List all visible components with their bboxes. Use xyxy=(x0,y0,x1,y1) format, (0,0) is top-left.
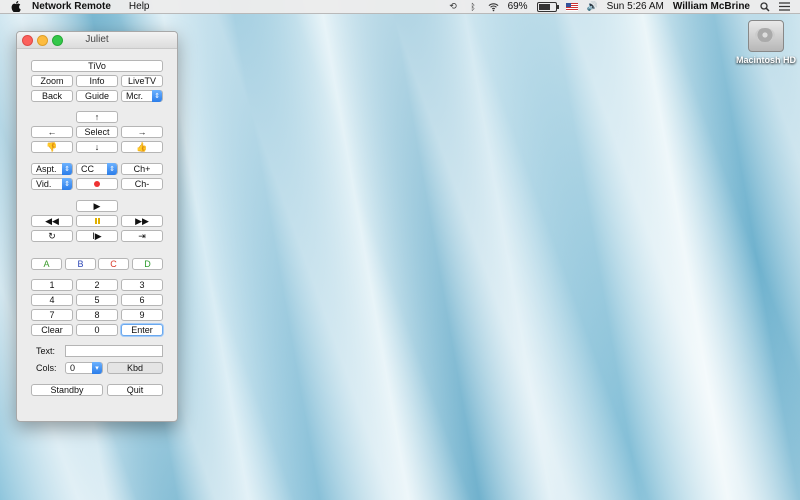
zoom-button[interactable]: Zoom xyxy=(31,75,73,87)
help-menu[interactable]: Help xyxy=(129,1,150,12)
battery-percent: 69% xyxy=(507,1,528,12)
enter-button[interactable]: Enter xyxy=(121,324,163,336)
window-title: Juliet xyxy=(85,34,109,45)
spotlight-search-icon[interactable] xyxy=(759,1,770,12)
select-button[interactable]: Select xyxy=(76,126,118,138)
play-button[interactable]: ▶ xyxy=(76,200,118,212)
standby-button[interactable]: Standby xyxy=(31,384,103,396)
wifi-icon[interactable] xyxy=(488,1,499,12)
keyboard-button[interactable]: Kbd xyxy=(107,362,163,374)
clock[interactable]: Sun 5:26 AM xyxy=(607,1,664,12)
drive-label: Macintosh HD xyxy=(735,55,796,65)
thumbs-down-icon: 👎 xyxy=(46,141,58,152)
left-button[interactable]: ← xyxy=(31,126,73,138)
tivo-button[interactable]: TiVo xyxy=(31,60,163,72)
cols-value: 0 xyxy=(70,363,76,373)
thumbs-up-icon: 👍 xyxy=(136,141,148,152)
chevron-updown-icon: ⇕ xyxy=(62,163,72,175)
down-button[interactable]: ↓ xyxy=(76,141,118,153)
user-name[interactable]: William McBrine xyxy=(673,1,750,12)
pause-button[interactable] xyxy=(76,215,118,227)
slow-button[interactable]: I▶ xyxy=(76,230,118,242)
clear-button[interactable]: Clear xyxy=(31,324,73,336)
text-input[interactable] xyxy=(65,345,163,357)
mcr-select[interactable]: Mcr. ⇕ xyxy=(121,90,163,102)
quit-button[interactable]: Quit xyxy=(107,384,163,396)
hard-drive-icon[interactable] xyxy=(748,20,784,52)
chevron-updown-icon: ⇕ xyxy=(62,178,72,190)
cols-combobox[interactable]: 0 ▾ xyxy=(65,362,103,374)
pause-icon xyxy=(94,218,100,224)
app-name-menu[interactable]: Network Remote xyxy=(32,1,111,12)
record-button[interactable] xyxy=(76,178,118,190)
livetv-button[interactable]: LiveTV xyxy=(121,75,163,87)
info-button[interactable]: Info xyxy=(76,75,118,87)
c-button[interactable]: C xyxy=(98,258,129,270)
a-button[interactable]: A xyxy=(31,258,62,270)
bluetooth-icon[interactable]: ᛒ xyxy=(468,1,479,12)
reverse-button[interactable]: ◀◀ xyxy=(31,215,73,227)
chevron-updown-icon: ⇕ xyxy=(152,90,162,102)
remote-window: Juliet TiVo Zoom Info LiveTV Back Guide … xyxy=(16,31,178,422)
forward-button[interactable]: ▶▶ xyxy=(121,215,163,227)
d-button[interactable]: D xyxy=(132,258,163,270)
channel-down-button[interactable]: Ch- xyxy=(121,178,163,190)
menu-bar: Network Remote Help ⟲ ᛒ 69% 🔊 Sun 5:26 A… xyxy=(0,0,800,14)
thumbs-down-button[interactable]: 👎 xyxy=(31,141,73,153)
up-button[interactable]: ↑ xyxy=(76,111,118,123)
desktop-drive[interactable]: Macintosh HD xyxy=(734,20,798,65)
cc-select-value: CC xyxy=(81,164,94,174)
digit-3-button[interactable]: 3 xyxy=(121,279,163,291)
advance-button[interactable]: ⇥ xyxy=(121,230,163,242)
video-select-value: Vid. xyxy=(36,179,52,189)
digit-1-button[interactable]: 1 xyxy=(31,279,73,291)
status-area: ⟲ ᛒ 69% 🔊 Sun 5:26 AM William McBrine xyxy=(448,1,790,12)
digit-7-button[interactable]: 7 xyxy=(31,309,73,321)
guide-button[interactable]: Guide xyxy=(76,90,118,102)
text-label: Text: xyxy=(36,346,56,356)
digit-0-button[interactable]: 0 xyxy=(76,324,118,336)
cols-label: Cols: xyxy=(36,363,57,373)
volume-icon[interactable]: 🔊 xyxy=(586,1,597,12)
notification-center-icon[interactable] xyxy=(779,1,790,12)
b-button[interactable]: B xyxy=(65,258,96,270)
remote-panel: TiVo Zoom Info LiveTV Back Guide Mcr. ⇕ … xyxy=(17,49,177,421)
mcr-select-value: Mcr. xyxy=(126,91,143,101)
back-button[interactable]: Back xyxy=(31,90,73,102)
digit-8-button[interactable]: 8 xyxy=(76,309,118,321)
record-icon xyxy=(94,181,100,187)
aspect-select-value: Aspt. xyxy=(36,164,57,174)
video-select[interactable]: Vid. ⇕ xyxy=(31,178,73,190)
digit-4-button[interactable]: 4 xyxy=(31,294,73,306)
right-button[interactable]: → xyxy=(121,126,163,138)
digit-5-button[interactable]: 5 xyxy=(76,294,118,306)
battery-icon[interactable] xyxy=(536,1,559,12)
digit-6-button[interactable]: 6 xyxy=(121,294,163,306)
window-titlebar[interactable]: Juliet xyxy=(17,32,177,49)
aspect-select[interactable]: Aspt. ⇕ xyxy=(31,163,73,175)
channel-up-button[interactable]: Ch+ xyxy=(121,163,163,175)
thumbs-up-button[interactable]: 👍 xyxy=(121,141,163,153)
cc-select[interactable]: CC ⇕ xyxy=(76,163,118,175)
digit-2-button[interactable]: 2 xyxy=(76,279,118,291)
digit-9-button[interactable]: 9 xyxy=(121,309,163,321)
apple-menu-icon[interactable] xyxy=(10,1,22,13)
chevron-updown-icon: ⇕ xyxy=(107,163,117,175)
chevron-down-icon[interactable]: ▾ xyxy=(92,362,102,374)
input-source-flag-icon[interactable] xyxy=(565,2,578,11)
time-machine-icon[interactable]: ⟲ xyxy=(448,1,459,12)
replay-button[interactable]: ↻ xyxy=(31,230,73,242)
